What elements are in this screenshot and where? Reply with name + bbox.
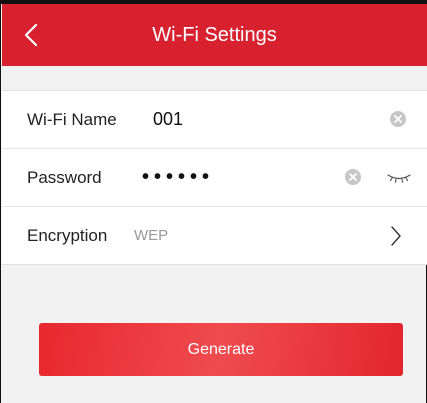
password-label: Password: [27, 168, 102, 187]
password-row[interactable]: Password ••••••: [2, 149, 427, 207]
wifi-name-input[interactable]: 001: [153, 91, 183, 148]
chevron-right-icon: [391, 226, 401, 246]
encryption-select-button[interactable]: [388, 224, 404, 248]
toggle-password-visibility-button[interactable]: [386, 167, 412, 187]
password-input[interactable]: ••••••: [142, 149, 214, 206]
encryption-value: WEP: [134, 227, 169, 244]
clear-password-button[interactable]: [343, 167, 363, 187]
header-bar: Wi-Fi Settings: [2, 4, 427, 66]
encryption-label: Encryption: [27, 226, 108, 245]
clear-wifi-name-button[interactable]: [388, 109, 408, 129]
wifi-name-row[interactable]: Wi-Fi Name 001: [2, 91, 427, 149]
section-spacer: [2, 66, 427, 90]
page-title: Wi-Fi Settings: [152, 24, 277, 46]
eye-closed-icon: [387, 174, 411, 183]
clear-circle-icon: [390, 111, 406, 127]
encryption-row[interactable]: Encryption WEP: [2, 207, 427, 264]
generate-button[interactable]: Generate: [39, 323, 403, 376]
app-screen: Wi-Fi Settings Wi-Fi Name 001 Password •…: [0, 0, 427, 403]
chevron-left-icon: [24, 23, 38, 47]
clear-circle-icon: [345, 169, 361, 185]
wifi-name-label: Wi-Fi Name: [27, 110, 117, 129]
back-button[interactable]: [14, 18, 48, 52]
wifi-settings-list: Wi-Fi Name 001 Password •••••• Encryptio…: [2, 90, 427, 265]
